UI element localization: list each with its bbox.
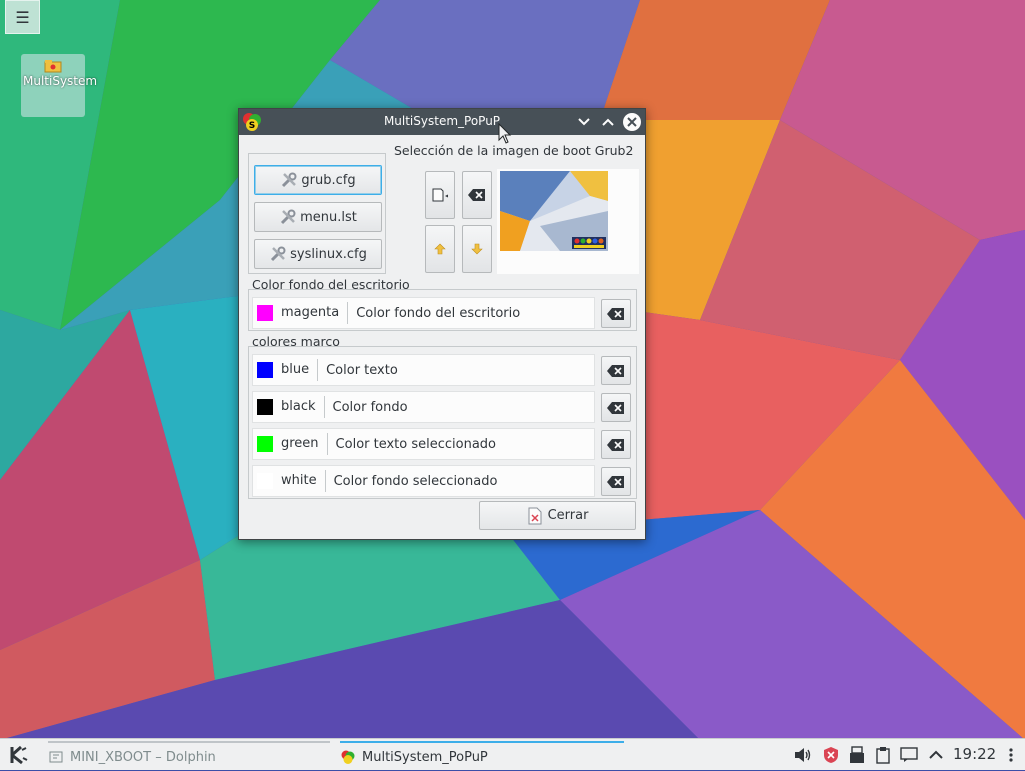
application-launcher-icon[interactable] bbox=[8, 744, 30, 766]
backspace-icon bbox=[607, 364, 624, 377]
syslinux-cfg-label: syslinux.cfg bbox=[290, 246, 367, 262]
desktop-icon-multisystem[interactable]: MultiSystem bbox=[21, 54, 98, 117]
boot-image-preview-frame bbox=[497, 169, 639, 274]
syslinux-cfg-button[interactable]: syslinux.cfg bbox=[254, 239, 382, 269]
menu-lst-label: menu.lst bbox=[300, 209, 357, 225]
multisystem-popup-window: S MultiSystem_PoPuP grub.cfg menu.lst sy… bbox=[238, 108, 646, 540]
color-name: white bbox=[273, 470, 326, 492]
move-down-button[interactable] bbox=[462, 225, 492, 273]
multisystem-app-icon bbox=[340, 749, 356, 765]
clear-image-button[interactable] bbox=[462, 171, 492, 219]
select-image-button[interactable] bbox=[425, 171, 455, 219]
mouse-cursor-icon bbox=[498, 123, 512, 144]
close-icon bbox=[627, 117, 637, 127]
menu-lst-button[interactable]: menu.lst bbox=[254, 202, 382, 232]
grub-cfg-button[interactable]: grub.cfg bbox=[254, 165, 382, 195]
clock[interactable]: 19:22 bbox=[953, 745, 996, 763]
frame-color-field-selected-background[interactable]: white Color fondo seleccionado bbox=[252, 465, 595, 497]
clear-background-frame-color-button[interactable] bbox=[601, 393, 631, 422]
color-name: magenta bbox=[273, 302, 349, 324]
tools-icon bbox=[280, 171, 298, 189]
tools-icon bbox=[279, 208, 297, 226]
taskbar: MINI_XBOOT – Dolphin MultiSystem_PoPuP 1… bbox=[0, 738, 1025, 770]
dolphin-icon bbox=[48, 749, 64, 765]
color-swatch bbox=[257, 473, 273, 489]
maximize-button[interactable] bbox=[598, 112, 617, 131]
backspace-icon bbox=[607, 307, 624, 320]
arrow-down-icon bbox=[471, 243, 483, 255]
color-description: Color fondo del escritorio bbox=[356, 305, 521, 321]
clear-text-color-button[interactable] bbox=[601, 356, 631, 385]
backspace-icon bbox=[607, 438, 624, 451]
clear-background-color-button[interactable] bbox=[601, 299, 631, 328]
minimize-button[interactable] bbox=[574, 112, 593, 131]
task-label: MultiSystem_PoPuP bbox=[362, 749, 488, 765]
tools-icon bbox=[269, 245, 287, 263]
frame-color-field-selected-text[interactable]: green Color texto seleccionado bbox=[252, 428, 595, 460]
shield-icon[interactable] bbox=[822, 746, 840, 764]
frame-color-field-text[interactable]: blue Color texto bbox=[252, 354, 595, 386]
clear-selected-text-color-button[interactable] bbox=[601, 430, 631, 459]
backspace-icon bbox=[607, 475, 624, 488]
background-color-field[interactable]: magenta Color fondo del escritorio bbox=[252, 297, 595, 329]
color-name: black bbox=[273, 396, 325, 418]
task-label: MINI_XBOOT – Dolphin bbox=[70, 749, 216, 765]
clipboard-icon[interactable] bbox=[874, 746, 892, 764]
desktop-menu-button[interactable]: ☰ bbox=[5, 0, 40, 34]
boot-image-preview[interactable] bbox=[500, 171, 608, 251]
color-description: Color fondo bbox=[332, 399, 408, 415]
clear-selected-background-color-button[interactable] bbox=[601, 467, 631, 496]
color-description: Color fondo seleccionado bbox=[333, 473, 498, 489]
chevron-up-icon[interactable] bbox=[927, 746, 945, 764]
color-swatch bbox=[257, 436, 273, 452]
chevron-down-icon bbox=[577, 117, 590, 125]
chevron-up-icon bbox=[601, 118, 614, 126]
window-titlebar[interactable]: S MultiSystem_PoPuP bbox=[239, 109, 645, 135]
backspace-icon bbox=[607, 401, 624, 414]
notifications-icon[interactable] bbox=[900, 746, 918, 764]
desktop-icon-label: MultiSystem bbox=[23, 74, 98, 88]
panel-options-icon[interactable] bbox=[1002, 746, 1020, 764]
boot-image-section-label: Selección de la imagen de boot Grub2 bbox=[394, 143, 634, 158]
volume-icon[interactable] bbox=[794, 746, 812, 764]
color-swatch bbox=[257, 305, 273, 321]
color-name: green bbox=[273, 433, 328, 455]
grub-cfg-label: grub.cfg bbox=[301, 172, 356, 188]
frame-color-field-background[interactable]: black Color fondo bbox=[252, 391, 595, 423]
multisystem-folder-icon bbox=[44, 59, 62, 73]
arrow-up-icon bbox=[434, 243, 446, 255]
color-swatch bbox=[257, 362, 273, 378]
move-up-button[interactable] bbox=[425, 225, 455, 273]
cerrar-label: Cerrar bbox=[547, 508, 589, 523]
new-document-icon bbox=[432, 188, 448, 202]
color-swatch bbox=[257, 399, 273, 415]
task-dolphin[interactable]: MINI_XBOOT – Dolphin bbox=[48, 741, 330, 771]
close-document-icon bbox=[527, 507, 545, 525]
color-description: Color texto seleccionado bbox=[335, 436, 497, 452]
hamburger-icon: ☰ bbox=[15, 7, 30, 27]
close-window-button[interactable] bbox=[623, 113, 641, 131]
task-multisystem[interactable]: MultiSystem_PoPuP bbox=[340, 741, 624, 771]
cerrar-button[interactable]: Cerrar bbox=[479, 501, 636, 530]
removable-device-icon[interactable] bbox=[848, 746, 866, 764]
color-description: Color texto bbox=[326, 362, 398, 378]
backspace-icon bbox=[468, 189, 485, 201]
color-name: blue bbox=[273, 359, 319, 381]
